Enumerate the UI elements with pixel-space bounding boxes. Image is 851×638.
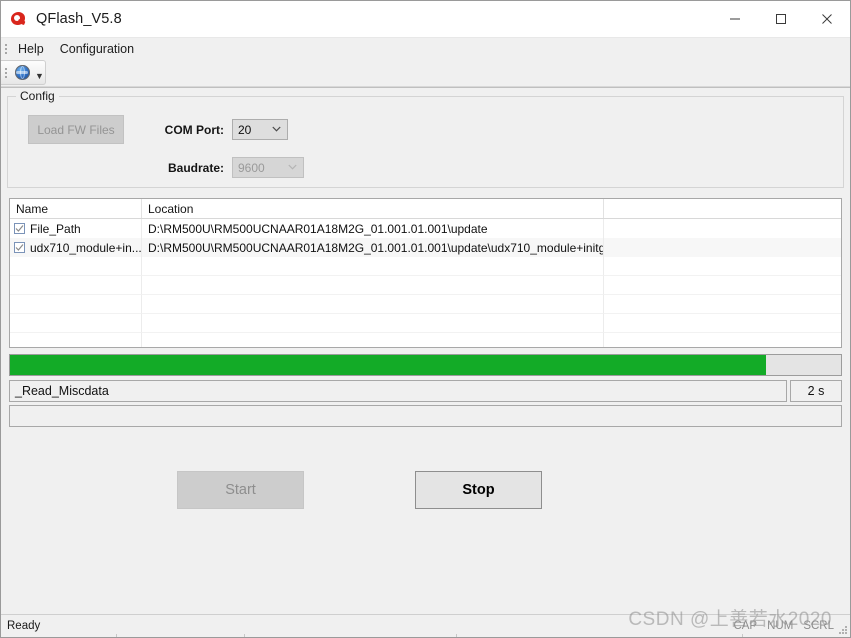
progress-bar-fill [10,355,767,375]
operation-status-row: _Read_Miscdata 2 s [9,380,842,402]
client-area: Config Load FW Files COM Port: 20 Baudra… [1,87,850,614]
com-port-value: 20 [238,122,252,137]
cell-location: D:\RM500U\RM500UCNAAR01A18M2G_01.001.01.… [142,238,604,257]
chevron-down-icon [272,119,281,137]
operation-status-text: _Read_Miscdata [9,380,787,402]
table-empty-row [10,333,841,347]
window-controls [712,1,850,37]
status-bar: Ready CAP NUM SCRL [1,614,850,637]
elapsed-time-value: 2 s [790,380,842,402]
cell-location: D:\RM500U\RM500UCNAAR01A18M2G_01.001.01.… [142,219,604,238]
progress-bar [9,354,842,376]
table-empty-cell [142,295,604,314]
status-bar-indicators: CAP NUM SCRL [733,620,850,632]
menu-bar: Help Configuration [1,38,850,60]
table-empty-cell [604,314,841,333]
load-fw-files-button[interactable]: Load FW Files [28,115,124,144]
load-fw-files-label: Load FW Files [37,122,115,137]
stop-button[interactable]: Stop [415,471,542,509]
config-groupbox: Config Load FW Files COM Port: 20 Baudra… [7,89,844,188]
com-port-label: COM Port: [164,122,224,137]
toolbar-overflow-button[interactable]: ▼ [34,61,45,84]
baudrate-select[interactable]: 9600 [232,157,304,178]
table-empty-row [10,295,841,314]
cell-name: udx710_module+in... [10,238,142,257]
chevron-down-icon [288,157,297,175]
table-empty-cell [10,333,142,347]
table-empty-cell [604,257,841,276]
app-window: QFlash_V5.8 Help Configuration ▼ Config … [0,0,851,638]
menu-item-help[interactable]: Help [10,40,52,59]
table-empty-cell [604,276,841,295]
quectel-q-logo-icon [10,10,28,28]
globe-icon-button[interactable] [10,61,34,84]
minimize-icon[interactable] [712,1,758,37]
config-group-title: Config [16,89,59,103]
window-bottom-seams [1,634,850,637]
table-empty-cell [142,257,604,276]
com-port-select[interactable]: 20 [232,119,288,140]
cell-filler [604,219,841,238]
globe-icon [14,65,30,80]
row-checkbox[interactable] [14,242,25,253]
table-empty-row [10,314,841,333]
table-empty-row [10,276,841,295]
toolbar-overflow-label: ▼ [35,71,44,81]
cell-name: File_Path [10,219,142,238]
indicator-num: NUM [767,620,794,632]
baudrate-value: 9600 [238,160,265,175]
toolbar: ▼ [1,60,850,87]
stop-button-label: Stop [462,482,495,498]
menu-grip-handle[interactable] [1,38,10,60]
file-name-label: udx710_module+in... [30,240,142,255]
toolbar-strip: ▼ [1,60,46,85]
start-button-label: Start [225,482,256,498]
action-button-area: Start Stop [1,427,850,614]
window-titlebar: QFlash_V5.8 [1,1,850,38]
resize-grip-icon[interactable] [837,624,847,634]
menu-item-configuration[interactable]: Configuration [52,40,142,59]
cell-filler [604,238,841,257]
row-checkbox[interactable] [14,223,25,234]
window-title: QFlash_V5.8 [36,11,122,27]
log-output-box [9,405,842,427]
table-empty-cell [142,333,604,347]
column-header-filler [604,199,841,218]
table-row[interactable]: File_Path D:\RM500U\RM500UCNAAR01A18M2G_… [10,219,841,238]
column-header-name[interactable]: Name [10,199,142,218]
table-empty-cell [604,333,841,347]
baudrate-label: Baudrate: [167,160,224,175]
firmware-file-table[interactable]: Name Location File_Path D:\RM500U\RM500U… [9,198,842,348]
table-empty-cell [142,276,604,295]
column-header-location[interactable]: Location [142,199,604,218]
table-empty-cell [142,314,604,333]
table-empty-cell [10,314,142,333]
close-icon[interactable] [804,1,850,37]
start-button[interactable]: Start [177,471,304,509]
maximize-icon[interactable] [758,1,804,37]
table-empty-cell [10,276,142,295]
table-empty-cell [10,257,142,276]
com-port-field: COM Port: 20 [158,119,288,140]
table-empty-cell [604,295,841,314]
toolbar-grip-handle[interactable] [1,61,10,84]
table-empty-row [10,257,841,276]
table-empty-rows [10,257,841,347]
baudrate-field: Baudrate: 9600 [158,157,304,178]
table-empty-cell [10,295,142,314]
indicator-scrl: SCRL [803,620,834,632]
file-name-label: File_Path [30,221,81,236]
table-header-row: Name Location [10,199,841,219]
table-row[interactable]: udx710_module+in... D:\RM500U\RM500UCNAA… [10,238,841,257]
indicator-cap: CAP [733,620,758,632]
status-bar-ready-text: Ready [7,620,41,632]
